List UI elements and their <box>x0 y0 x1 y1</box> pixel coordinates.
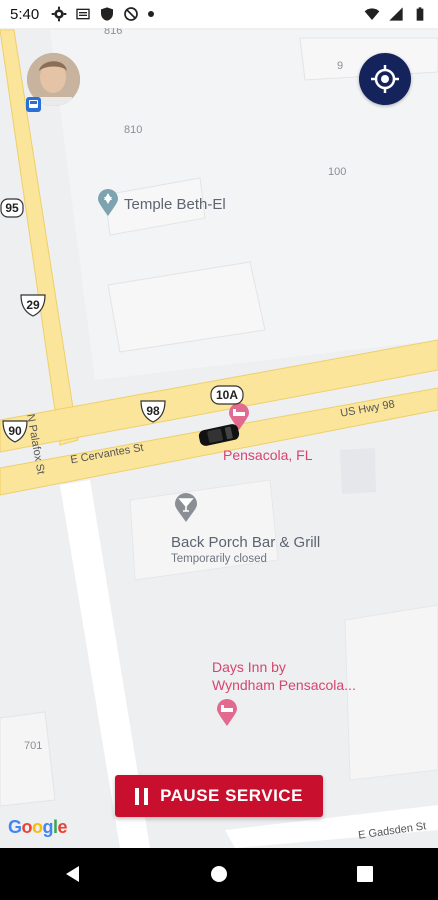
route-shield-29: 29 <box>26 298 40 312</box>
route-shield-98: 98 <box>146 404 160 418</box>
status-bar: 5:40 <box>0 0 438 28</box>
sd-card-icon <box>76 8 90 20</box>
google-logo[interactable]: Google <box>8 817 68 838</box>
home-button[interactable] <box>189 854 249 894</box>
block-number: 100 <box>328 166 347 178</box>
recents-button[interactable] <box>335 854 395 894</box>
pause-service-button[interactable]: PAUSE SERVICE <box>115 775 323 817</box>
transit-icon <box>26 97 41 112</box>
pause-service-label: PAUSE SERVICE <box>160 786 303 805</box>
dot-icon <box>148 11 155 17</box>
vehicle-marker-icon <box>198 424 240 446</box>
poi-days-inn-line1[interactable]: Days Inn by <box>212 659 286 676</box>
back-triangle-icon <box>66 866 79 882</box>
gear-icon <box>51 6 67 22</box>
pause-icon <box>135 787 149 805</box>
poi-bar-name[interactable]: Back Porch Bar & Grill <box>171 534 320 551</box>
recenter-location-button[interactable] <box>359 53 411 105</box>
status-time: 5:40 <box>10 5 40 23</box>
block-number: 9 <box>337 60 344 72</box>
poi-pensacola-label[interactable]: Pensacola, FL <box>223 447 313 464</box>
home-circle-icon <box>211 866 227 882</box>
signal-icon <box>389 7 403 21</box>
back-button[interactable] <box>43 854 103 894</box>
map-view[interactable]: 816 9 810 100 701 Temple Beth-El Back Po… <box>0 25 438 848</box>
blocked-circle-icon <box>124 7 139 21</box>
shield-icon <box>101 7 114 21</box>
poi-days-inn-line2[interactable]: Wyndham Pensacola... <box>212 677 356 694</box>
temple-pin-icon[interactable] <box>97 189 119 217</box>
recents-square-icon <box>357 866 373 882</box>
battery-icon <box>416 7 424 21</box>
hotel-pin-icon[interactable] <box>216 699 238 727</box>
system-nav-bar <box>0 848 438 900</box>
route-shield-10a: 10A <box>215 388 238 402</box>
block-number: 701 <box>24 740 43 752</box>
block-number: 810 <box>124 124 143 136</box>
bar-pin-icon[interactable] <box>174 493 198 523</box>
poi-bar-status: Temporarily closed <box>171 553 267 565</box>
route-shield-90: 90 <box>8 424 22 438</box>
route-shield-95: 95 <box>5 201 19 215</box>
crosshair-icon <box>371 65 399 93</box>
poi-temple-label[interactable]: Temple Beth-El <box>124 196 226 213</box>
wifi-icon <box>364 8 380 20</box>
